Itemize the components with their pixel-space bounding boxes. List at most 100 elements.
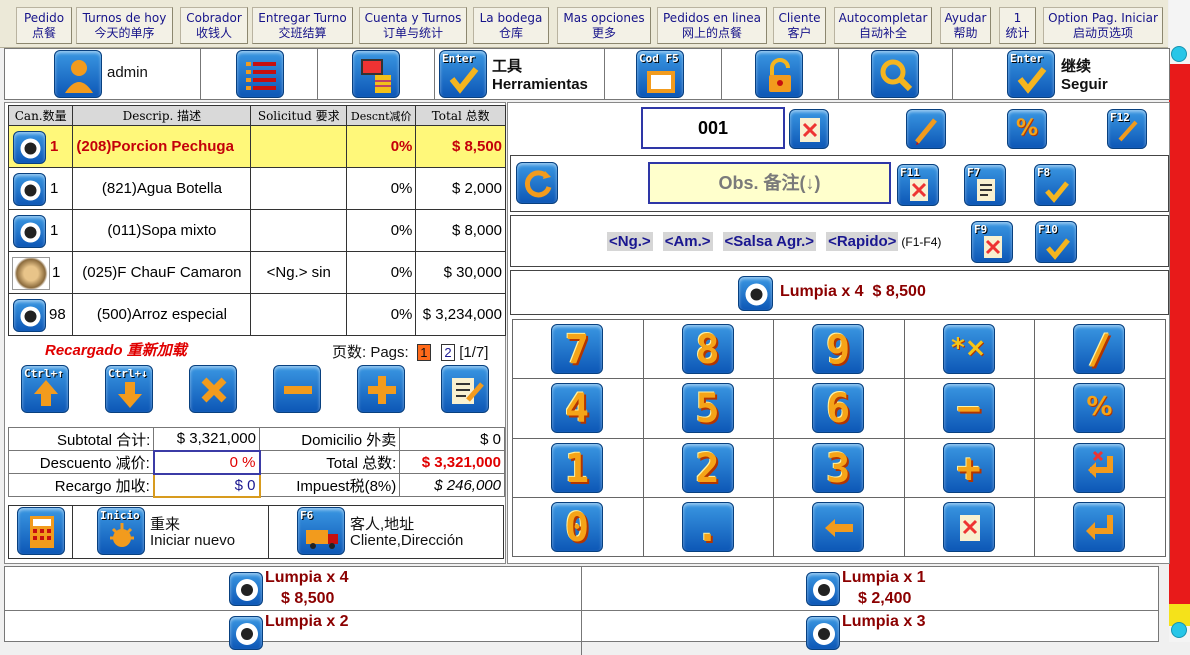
calculator-icon[interactable]: [17, 507, 65, 555]
cod-icon[interactable]: Cod F5: [636, 50, 684, 98]
dish-icon[interactable]: [806, 572, 840, 606]
move-up-button[interactable]: Ctrl+↑: [21, 365, 69, 413]
key-return-x[interactable]: [1073, 442, 1126, 493]
table-row[interactable]: 1 (208)Porcion Pechuga 0% $ 8,500: [7, 125, 506, 168]
key-backspace[interactable]: [812, 501, 865, 552]
f8-button[interactable]: F8: [1034, 164, 1076, 206]
menu-autocompletar[interactable]: Autocompletar 自动补全: [834, 7, 932, 44]
dish-icon[interactable]: [13, 173, 46, 206]
tools-icon[interactable]: Enter: [439, 50, 487, 98]
key-clear[interactable]: [942, 501, 995, 552]
menu-entregar-turno[interactable]: Entregar Turno 交班结算: [252, 7, 353, 44]
row-qty-cell: 98: [7, 293, 74, 336]
increase-qty-button[interactable]: [357, 365, 405, 413]
scroll-up-button[interactable]: [1171, 46, 1187, 62]
table-row[interactable]: 1 (821)Agua Botella 0% $ 2,000: [7, 167, 506, 210]
product-tile[interactable]: Lumpia x 2: [5, 611, 582, 655]
report-icon[interactable]: [352, 50, 400, 98]
key-minus[interactable]: −: [942, 383, 995, 434]
key-5[interactable]: 5: [681, 383, 734, 434]
scroll-track[interactable]: [1169, 64, 1190, 604]
menu-option-pag-iniciar[interactable]: Option Pag. Iniciar 启动页选项: [1043, 7, 1163, 44]
seguir-icon[interactable]: Enter: [1007, 50, 1055, 98]
main-toolbar: admin Enter 工具 Herramientas Cod F5 Enter…: [4, 48, 1170, 100]
dish-icon[interactable]: [13, 215, 46, 248]
list-icon[interactable]: [236, 50, 284, 98]
menu-pedido[interactable]: Pedido 点餐: [16, 7, 72, 44]
product-tile[interactable]: Lumpia x 1 $ 2,400: [582, 567, 1159, 611]
key-dot[interactable]: .: [681, 501, 734, 552]
row-qty-cell: 1: [7, 125, 74, 168]
move-down-button[interactable]: Ctrl+↓: [105, 365, 153, 413]
product-tile[interactable]: Lumpia x 4 $ 8,500: [5, 567, 582, 611]
decrease-qty-button[interactable]: [273, 365, 321, 413]
key-plus[interactable]: +: [942, 442, 995, 493]
edit-pen-icon[interactable]: [906, 109, 946, 149]
tag-rapido[interactable]: <Rapido>: [826, 232, 899, 251]
restart-icon[interactable]: Inicio: [97, 507, 145, 555]
cliente-direccion-button[interactable]: F6 客人,地址 Cliente,Dirección: [269, 506, 503, 558]
dish-icon[interactable]: [229, 572, 263, 606]
food-photo-icon[interactable]: [12, 257, 50, 290]
key-divide[interactable]: /: [1073, 324, 1126, 374]
key-multiply[interactable]: *×: [942, 324, 995, 374]
key-2[interactable]: 2: [681, 442, 734, 493]
col-discount: Descnt减价: [345, 105, 417, 126]
key-6[interactable]: 6: [812, 383, 865, 434]
product-tile[interactable]: Lumpia x 3: [582, 611, 1159, 655]
menu-cuenta-y-turnos[interactable]: Cuenta y Turnos 订单与统计: [359, 7, 467, 44]
key-4[interactable]: 4: [551, 383, 603, 434]
user-icon[interactable]: [54, 50, 102, 98]
descuento-field[interactable]: 0 %: [152, 449, 261, 475]
table-number-field[interactable]: 001: [641, 107, 785, 149]
search-icon[interactable]: [871, 50, 919, 98]
tile-name: Lumpia x 4: [265, 569, 349, 586]
edit-item-button[interactable]: [441, 365, 489, 413]
key-enter[interactable]: [1073, 501, 1126, 552]
table-row[interactable]: 1 (025)F ChauF Camaron <Ng.> sin 0% $ 30…: [7, 251, 506, 294]
menu-cliente[interactable]: Cliente 客户: [773, 7, 826, 44]
f9-button[interactable]: F9: [971, 221, 1013, 263]
menu-estadisticas[interactable]: 1 统计: [999, 7, 1036, 44]
lock-icon[interactable]: [755, 50, 803, 98]
menu-pedidos-en-linea[interactable]: Pedidos en linea 网上的点餐: [657, 7, 767, 44]
key-7[interactable]: 7: [551, 324, 603, 374]
key-percent[interactable]: %: [1073, 383, 1126, 434]
delete-item-button[interactable]: [189, 365, 237, 413]
recargo-field[interactable]: $ 0: [152, 472, 261, 498]
dish-icon[interactable]: [13, 299, 46, 332]
menu-cobrador[interactable]: Cobrador 收钱人: [180, 7, 248, 44]
menu-mas-opciones[interactable]: Mas opciones 更多: [557, 7, 651, 44]
table-row[interactable]: 98 (500)Arroz especial 0% $ 3,234,000: [7, 293, 506, 336]
delivery-icon[interactable]: F6: [297, 507, 345, 555]
observation-icon[interactable]: F12: [1107, 109, 1147, 149]
dish-icon[interactable]: [738, 276, 773, 311]
f11-button[interactable]: F11: [897, 164, 939, 206]
menu-la-bodega[interactable]: La bodega 仓库: [473, 7, 549, 44]
menu-turnos-de-hoy[interactable]: Turnos de hoy 今天的单序: [76, 7, 173, 44]
clear-number-icon[interactable]: [789, 109, 829, 149]
key-0[interactable]: 0: [551, 501, 603, 552]
dish-icon[interactable]: [13, 131, 46, 164]
table-row[interactable]: 1 (011)Sopa mixto 0% $ 8,000: [7, 209, 506, 252]
page-1-button[interactable]: 1: [416, 344, 431, 361]
key-9[interactable]: 9: [812, 324, 865, 374]
tag-ng[interactable]: <Ng.>: [607, 232, 653, 251]
key-1[interactable]: 1: [551, 442, 603, 493]
f7-button[interactable]: F7: [964, 164, 1006, 206]
tag-salsa-agr[interactable]: <Salsa Agr.>: [722, 232, 817, 251]
f10-button[interactable]: F10: [1035, 221, 1077, 263]
key-8[interactable]: 8: [681, 324, 734, 374]
refresh-icon[interactable]: [516, 162, 558, 204]
percent-icon[interactable]: %: [1007, 109, 1047, 149]
page-2-button[interactable]: 2: [441, 344, 456, 361]
dish-icon[interactable]: [806, 616, 840, 650]
scroll-down-button[interactable]: [1171, 622, 1187, 638]
key-3[interactable]: 3: [812, 442, 865, 493]
menu-ayudar[interactable]: Ayudar 帮助: [940, 7, 991, 44]
vertical-scrollbar[interactable]: [1169, 0, 1190, 642]
observation-field[interactable]: Obs. 备注(↓): [648, 162, 891, 204]
tag-am[interactable]: <Am.>: [662, 232, 713, 251]
dish-icon[interactable]: [229, 616, 263, 650]
iniciar-nuevo-button[interactable]: Inicio 重来 Iniciar nuevo: [73, 506, 269, 558]
